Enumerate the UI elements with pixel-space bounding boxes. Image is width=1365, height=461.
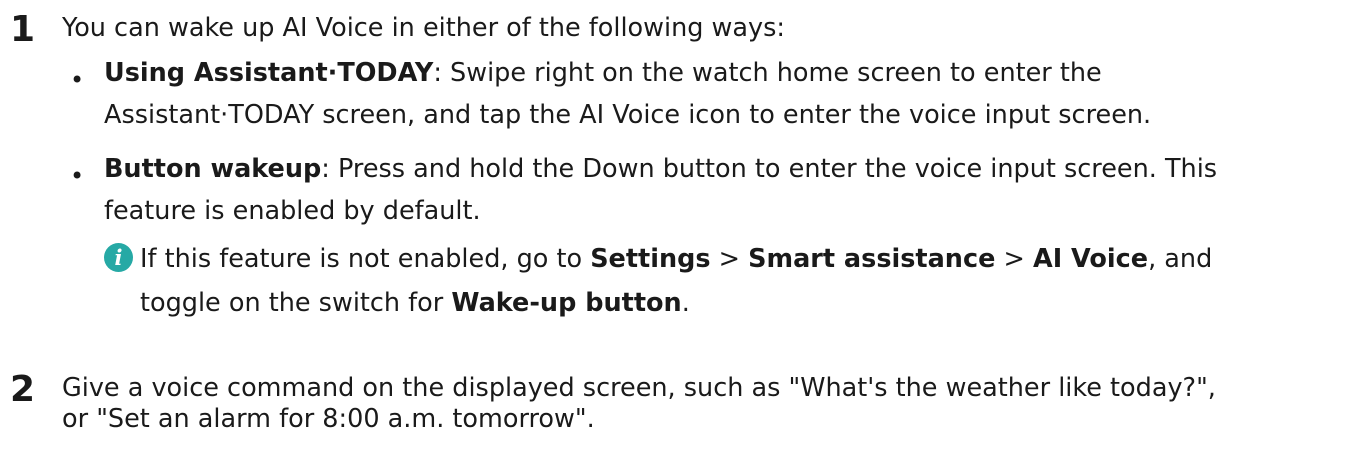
menu-ai-voice: AI Voice bbox=[1032, 244, 1149, 274]
bullet-title: Button wakeup bbox=[104, 154, 322, 184]
bullet-line1-rest: : Swipe right on the watch home screen t… bbox=[433, 58, 1102, 88]
bullet-line2: feature is enabled by default. bbox=[104, 196, 481, 226]
bullet-title: Using Assistant·TODAY bbox=[104, 58, 434, 88]
bullet-text: Using Assistant·TODAY: Swipe right on th… bbox=[104, 52, 1360, 136]
note-line2: toggle on the switch for Wake-up button. bbox=[140, 288, 690, 318]
menu-wake-up-button: Wake-up button bbox=[451, 288, 682, 318]
note-line1: If this feature is not enabled, go to Se… bbox=[140, 244, 1213, 274]
bullet-text: Button wakeup: Press and hold the Down b… bbox=[104, 148, 1360, 232]
bullet-line2: Assistant·TODAY screen, and tap the AI V… bbox=[104, 100, 1152, 130]
step-line2: or "Set an alarm for 8:00 a.m. tomorrow"… bbox=[62, 404, 595, 434]
step-line1: Give a voice command on the displayed sc… bbox=[62, 373, 1216, 403]
info-icon: i bbox=[104, 243, 133, 272]
bullet-line1-rest: : Press and hold the Down button to ente… bbox=[321, 154, 1218, 184]
bullet-dot: • bbox=[70, 162, 85, 190]
step-number: 1 bbox=[10, 9, 36, 50]
menu-smart-assistance: Smart assistance bbox=[748, 244, 996, 274]
bullet-dot: • bbox=[70, 66, 85, 94]
step-text: Give a voice command on the displayed sc… bbox=[62, 373, 1360, 435]
step-text: You can wake up AI Voice in either of th… bbox=[62, 13, 785, 43]
step-number: 2 bbox=[10, 369, 36, 410]
menu-settings: Settings bbox=[590, 244, 711, 274]
